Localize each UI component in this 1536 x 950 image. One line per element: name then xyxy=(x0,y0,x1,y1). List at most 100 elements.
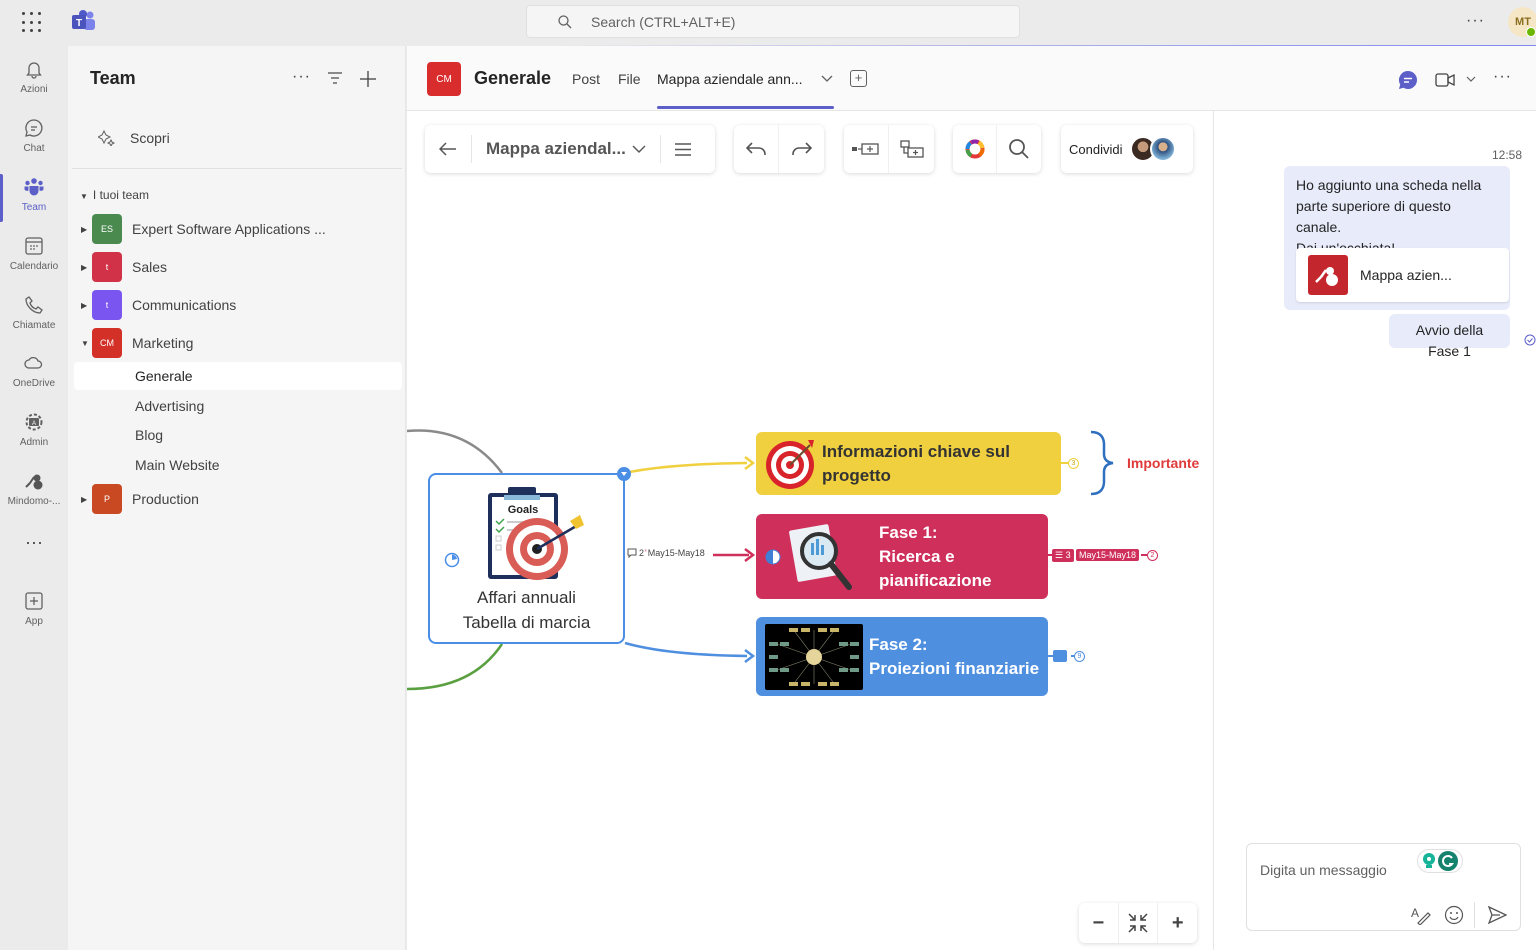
more-options-icon[interactable]: ··· xyxy=(1493,68,1512,86)
channel-title: Generale xyxy=(474,68,552,88)
add-topic-icon xyxy=(852,143,879,155)
boundary-label[interactable]: Importante xyxy=(1127,455,1199,471)
app-rail: Azioni Chat Team Calendario Chiamate One… xyxy=(0,46,68,950)
channel-item-advertising[interactable]: Advertising xyxy=(74,392,402,420)
message-compose-box[interactable]: Digita un messaggio A xyxy=(1246,843,1521,931)
team-item-expert-software[interactable]: ▶ ES Expert Software Applications ... xyxy=(68,212,406,246)
topic-fase-2[interactable]: Fase 2: Proiezioni finanziarie xyxy=(756,617,1048,696)
app-launcher-icon[interactable] xyxy=(22,12,44,34)
channel-item-blog[interactable]: Blog xyxy=(74,421,402,449)
search-icon xyxy=(558,14,572,28)
discover-button[interactable]: Scopri xyxy=(98,130,170,146)
redo-button[interactable] xyxy=(779,125,824,173)
main-content: CM Generale Post File Mappa aziendale an… xyxy=(407,46,1536,950)
rail-item-team[interactable]: Team xyxy=(0,172,68,228)
channel-header: CM Generale Post File Mappa aziendale an… xyxy=(407,46,1536,111)
share-button[interactable]: Condividi xyxy=(1065,125,1177,173)
send-icon[interactable] xyxy=(1487,905,1507,925)
mindmap-canvas[interactable]: Mappa aziendal... Condividi Goals Affari… xyxy=(407,111,1212,950)
undo-button[interactable] xyxy=(734,125,779,173)
grammarly-icon xyxy=(1438,851,1458,871)
tab-card-label: Mappa azien... xyxy=(1360,266,1452,283)
channel-item-generale[interactable]: Generale xyxy=(74,362,402,390)
date-range: May15-May18 xyxy=(647,548,705,558)
zoom-controls: − + xyxy=(1079,903,1197,943)
search-placeholder: Search (CTRL+ALT+E) xyxy=(591,13,736,30)
theme-search-toolbar xyxy=(953,125,1041,173)
topic-informazioni-chiave[interactable]: Informazioni chiave sul progetto xyxy=(756,432,1061,495)
search-input[interactable]: Search (CTRL+ALT+E) xyxy=(526,5,1020,38)
tab-post[interactable]: Post xyxy=(572,71,600,87)
tab-file[interactable]: File xyxy=(618,71,641,87)
search-map-button[interactable] xyxy=(997,125,1041,173)
theme-button[interactable] xyxy=(953,125,997,173)
more-options-icon[interactable]: ··· xyxy=(292,68,311,86)
connector-blue xyxy=(624,641,748,658)
chevron-down-icon[interactable] xyxy=(821,75,833,83)
collapse-arrows-icon xyxy=(1128,913,1148,933)
your-teams-group[interactable]: ▼ I tuoi team xyxy=(80,188,149,202)
central-topic[interactable]: Goals Affari annuali Tabella di marcia xyxy=(428,467,631,644)
presence-available-icon xyxy=(1526,27,1536,37)
connector-green xyxy=(407,643,504,691)
menu-button[interactable] xyxy=(661,125,705,173)
back-button[interactable] xyxy=(425,125,471,173)
date-range-badge[interactable]: May15-May18 xyxy=(1076,549,1140,561)
color-wheel-icon xyxy=(965,139,984,159)
rail-item-chiamate[interactable]: Chiamate xyxy=(0,290,68,346)
rail-item-admin[interactable]: A Admin xyxy=(0,407,68,463)
task-list-badge[interactable]: ☰ 3 xyxy=(1052,549,1074,562)
svg-text:A: A xyxy=(1411,906,1419,920)
map-title-dropdown[interactable]: Mappa aziendal... xyxy=(472,125,660,173)
add-topic-button[interactable] xyxy=(844,125,889,173)
connector-gray xyxy=(407,429,504,474)
rail-item-mindomo[interactable]: Mindomo-... xyxy=(0,466,68,522)
grammarly-widget[interactable] xyxy=(1417,849,1463,873)
video-call-icon[interactable] xyxy=(1435,72,1455,88)
zoom-in-button[interactable]: + xyxy=(1158,903,1197,943)
rail-item-app[interactable]: App xyxy=(0,586,68,642)
child-count-badge[interactable]: 9 xyxy=(1074,651,1085,662)
mindomo-link-icon[interactable] xyxy=(1053,650,1067,662)
child-count-badge[interactable]: 2 xyxy=(1147,550,1158,561)
rail-item-azioni[interactable]: Azioni xyxy=(0,54,68,110)
team-item-communications[interactable]: ▶ t Communications xyxy=(68,288,406,322)
conversation-icon[interactable] xyxy=(1398,70,1418,90)
tab-mappa-aziendale[interactable]: Mappa aziendale ann... xyxy=(657,71,803,87)
chevron-down-icon[interactable] xyxy=(1466,76,1476,82)
topic-fase-1[interactable]: Fase 1: Ricerca e pianificazione xyxy=(756,514,1048,599)
team-item-production[interactable]: ▶ P Production xyxy=(68,482,406,516)
team-avatar: t xyxy=(92,252,122,282)
team-item-sales[interactable]: ▶ t Sales xyxy=(68,250,406,284)
emoji-icon[interactable] xyxy=(1444,905,1464,925)
goals-label: Goals xyxy=(508,504,539,516)
fit-to-screen-button[interactable] xyxy=(1119,903,1159,943)
team-avatar: t xyxy=(92,290,122,320)
rail-item-onedrive[interactable]: OneDrive xyxy=(0,348,68,404)
collapse-toggle[interactable] xyxy=(617,467,631,481)
message-bubble: Ho aggiunto una scheda nella parte super… xyxy=(1284,166,1510,310)
add-tab-icon[interactable]: + xyxy=(850,70,867,87)
add-team-icon[interactable] xyxy=(359,70,377,88)
team-item-marketing[interactable]: ▼ CM Marketing xyxy=(68,326,406,360)
hamburger-menu-icon xyxy=(674,142,691,156)
format-icon[interactable]: A xyxy=(1410,905,1432,925)
team-avatar: P xyxy=(92,484,122,514)
rail-item-calendario[interactable]: Calendario xyxy=(0,231,68,287)
rail-item-chat[interactable]: Chat xyxy=(0,113,68,169)
team-avatar: ES xyxy=(92,214,122,244)
filter-icon[interactable] xyxy=(327,71,343,85)
zoom-out-button[interactable]: − xyxy=(1079,903,1119,943)
child-count-badge[interactable]: 3 xyxy=(1068,458,1079,469)
comment-icon[interactable] xyxy=(627,548,637,558)
rail-item-more[interactable]: ··· xyxy=(0,526,68,582)
tab-card[interactable]: Mappa azien... xyxy=(1296,248,1509,302)
channel-item-main-website[interactable]: Main Website xyxy=(74,451,402,479)
caret-right-icon: ▶ xyxy=(81,300,88,310)
connector-yellow xyxy=(624,461,748,475)
search-icon xyxy=(1009,139,1029,159)
add-subtopic-button[interactable] xyxy=(889,125,934,173)
user-avatar[interactable]: MT xyxy=(1508,7,1536,37)
mindmap-thumbnail-icon xyxy=(765,623,863,690)
more-options-button[interactable]: ··· xyxy=(1466,12,1485,30)
